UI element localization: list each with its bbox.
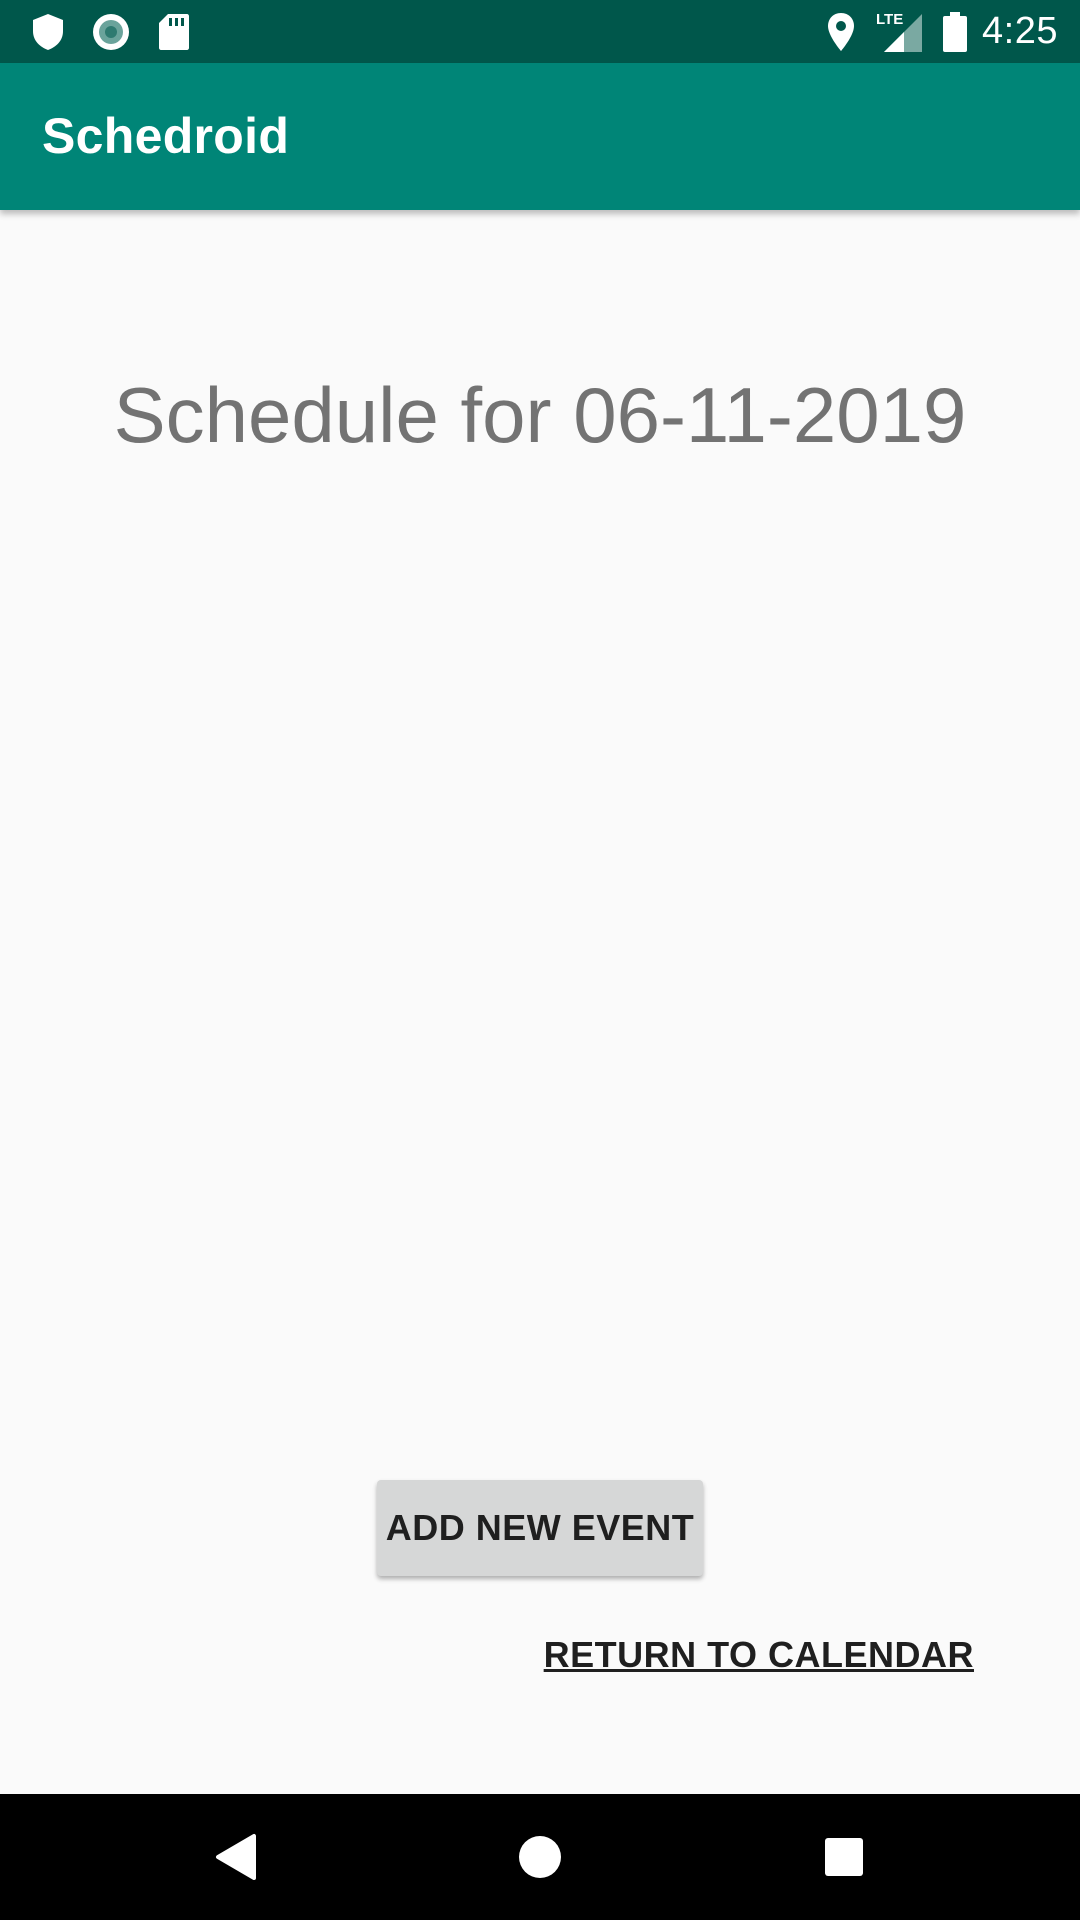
add-new-event-button[interactable]: ADD NEW EVENT <box>377 1480 703 1576</box>
navigation-bar <box>0 1794 1080 1920</box>
app-title: Schedroid <box>42 108 290 164</box>
return-to-calendar-link[interactable]: RETURN TO CALENDAR <box>544 1630 974 1680</box>
battery-icon <box>940 0 970 63</box>
record-icon <box>90 0 132 63</box>
back-icon[interactable] <box>173 1794 299 1920</box>
signal-icon: LTE <box>876 0 924 63</box>
status-bar: LTE 4:25 <box>0 0 1080 63</box>
network-label: LTE <box>876 11 903 28</box>
location-icon <box>826 0 856 63</box>
recents-icon[interactable] <box>781 1794 907 1920</box>
home-icon[interactable] <box>477 1794 603 1920</box>
screen: LTE 4:25 Schedroid Schedule for 06-11-20… <box>0 0 1080 1920</box>
schedule-title: Schedule for 06-11-2019 <box>113 371 967 459</box>
status-time: 4:25 <box>982 10 1058 52</box>
app-bar: Schedroid <box>0 63 1080 210</box>
shield-icon <box>28 0 68 63</box>
sd-card-icon <box>156 0 192 63</box>
